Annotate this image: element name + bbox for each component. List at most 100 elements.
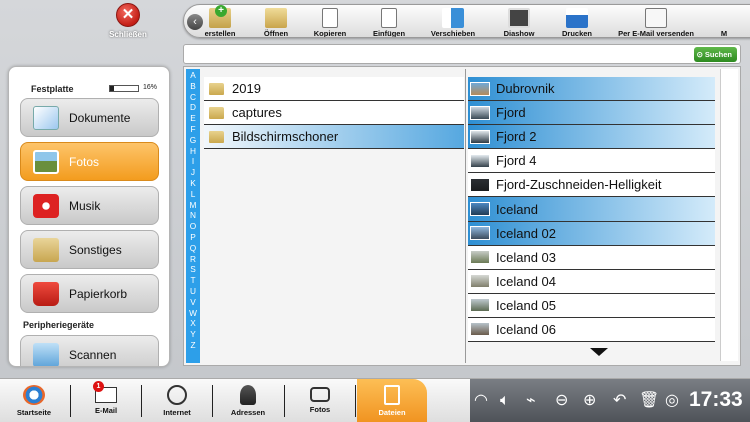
alphabet-letter[interactable]: T (190, 275, 195, 286)
column-divider (465, 69, 466, 363)
toolbar-print-label: Drucken (561, 29, 592, 38)
taskbar-contacts[interactable]: Adressen (214, 379, 282, 422)
alphabet-letter[interactable]: Y (190, 329, 196, 340)
wifi-icon[interactable]: ◠ (474, 392, 488, 410)
file-item[interactable]: Iceland 02 (468, 221, 715, 246)
file-item[interactable]: Iceland 06 (468, 317, 715, 343)
alphabet-letter[interactable]: L (191, 189, 196, 200)
file-item[interactable]: Iceland 05 (468, 293, 715, 318)
music-icon (33, 193, 59, 218)
alphabet-letter[interactable]: W (189, 308, 197, 319)
file-item[interactable]: Fjord-Zuschneiden-Helligkeit (468, 173, 715, 198)
alphabet-letter[interactable]: C (190, 92, 196, 103)
alphabet-letter[interactable]: U (190, 286, 196, 297)
alphabet-letter[interactable]: H (190, 146, 196, 157)
folder-label: 2019 (232, 81, 261, 96)
toolbar-move-button[interactable]: Verschieben (428, 5, 478, 38)
help-icon[interactable]: ◎ (665, 392, 679, 410)
file-list: Dubrovnik Fjord Fjord 2 Fjord 4 Fjord-Zu… (468, 77, 715, 343)
folder-item-selected[interactable]: Bildschirmschoner (204, 125, 464, 149)
toolbar-create-label: erstellen (204, 29, 236, 38)
toolbar-slideshow-button[interactable]: Diashow (499, 5, 539, 37)
undo-icon[interactable]: ↶ (613, 392, 626, 410)
toolbar-email-button[interactable]: Per E-Mail versenden (616, 5, 696, 38)
contacts-icon (240, 385, 256, 405)
category-label: Fotos (69, 154, 100, 169)
category-label: Dokumente (69, 110, 131, 125)
file-item[interactable]: Fjord (468, 101, 715, 126)
alphabet-letter[interactable]: O (190, 221, 196, 232)
folder-icon (33, 237, 59, 262)
alphabet-index: ABCDEFGHIJKLMNOPQRSTUVWXYZ (186, 69, 200, 363)
speaker-icon[interactable]: 🔈︎ (500, 392, 510, 410)
taskbar-files[interactable]: Dateien (357, 379, 427, 422)
alphabet-letter[interactable]: J (191, 167, 195, 178)
toolbar-paste-button[interactable]: Einfügen (367, 5, 411, 38)
alphabet-letter[interactable]: A (190, 70, 196, 81)
alphabet-letter[interactable]: V (190, 297, 196, 308)
category-trash[interactable]: Papierkorb (20, 274, 159, 313)
file-item[interactable]: Dubrovnik (468, 77, 715, 102)
folder-item[interactable]: 2019 (204, 77, 464, 101)
folder-icon (209, 82, 224, 95)
file-item[interactable]: Iceland 03 (468, 245, 715, 270)
alphabet-letter[interactable]: Z (190, 340, 195, 351)
close-icon: ✕ (116, 3, 140, 27)
alphabet-letter[interactable]: E (190, 113, 196, 124)
file-item[interactable]: Fjord 4 (468, 149, 715, 174)
alphabet-letter[interactable]: Q (190, 243, 196, 254)
category-music[interactable]: Musik (20, 186, 159, 225)
file-item[interactable]: Fjord 2 (468, 125, 715, 150)
toolbar-email-label: Per E-Mail versenden (618, 29, 694, 38)
peripheral-label: Scannen (69, 347, 117, 362)
taskbar-internet[interactable]: Internet (143, 379, 211, 422)
folder-item[interactable]: captures (204, 101, 464, 125)
alphabet-letter[interactable]: K (190, 178, 196, 189)
file-item[interactable]: Iceland (468, 197, 715, 222)
zoom-out-icon[interactable]: ⊖ (555, 392, 568, 410)
zoom-in-icon[interactable]: ⊕ (583, 392, 596, 410)
file-item[interactable]: Iceland 04 (468, 269, 715, 294)
alphabet-letter[interactable]: N (190, 210, 196, 221)
alphabet-letter[interactable]: P (190, 232, 196, 243)
peripheral-scan[interactable]: Scannen (20, 335, 159, 366)
alphabet-letter[interactable]: G (190, 135, 196, 146)
toolbar-move-label: Verschieben (430, 29, 476, 38)
category-documents[interactable]: Dokumente (20, 98, 159, 137)
alphabet-letter[interactable]: S (190, 264, 196, 275)
alphabet-letter[interactable]: X (190, 318, 196, 329)
category-photos[interactable]: Fotos (20, 142, 159, 181)
toolbar-copy-button[interactable]: Kopieren (308, 5, 352, 37)
alphabet-letter[interactable]: I (192, 156, 194, 167)
category-label: Papierkorb (69, 286, 128, 301)
toolbar-more-button[interactable]: M (716, 5, 732, 37)
alphabet-letter[interactable]: D (190, 102, 196, 113)
scrollbar[interactable] (720, 69, 738, 361)
taskbar-home[interactable]: Startseite (0, 379, 68, 422)
close-button[interactable]: ✕ Schließen (107, 3, 149, 39)
create-folder-icon: + (209, 5, 231, 28)
toolbar-create-button[interactable]: + erstellen (198, 5, 242, 38)
toolbar-open-label: Öffnen (263, 29, 289, 38)
taskbar-photos[interactable]: Fotos (286, 379, 354, 422)
search-input[interactable]: ⊙ Suchen (183, 44, 741, 64)
taskbar-email[interactable]: E-Mail (72, 379, 140, 422)
alphabet-letter[interactable]: F (190, 124, 195, 135)
search-button[interactable]: ⊙ Suchen (693, 47, 737, 62)
alphabet-letter[interactable]: M (190, 200, 197, 211)
scroll-down-icon[interactable] (590, 348, 608, 356)
toolbar-paste-label: Einfügen (372, 29, 406, 38)
toolbar-print-button[interactable]: Drucken (557, 5, 597, 38)
taskbar-separator (141, 385, 142, 417)
photo-thumbnail-icon (470, 226, 490, 241)
alphabet-letter[interactable]: B (190, 81, 196, 92)
file-label: Fjord-Zuschneiden-Helligkeit (496, 177, 662, 193)
clock: 17:33 (689, 388, 743, 411)
alphabet-letter[interactable]: R (190, 254, 196, 265)
file-label: Iceland 03 (496, 249, 556, 265)
category-other[interactable]: Sonstiges (20, 230, 159, 269)
category-label: Musik (69, 198, 101, 213)
taskbar-separator (355, 385, 356, 417)
trash-icon[interactable]: 🗑︎ (639, 392, 659, 410)
toolbar-open-button[interactable]: Öffnen (254, 5, 298, 38)
